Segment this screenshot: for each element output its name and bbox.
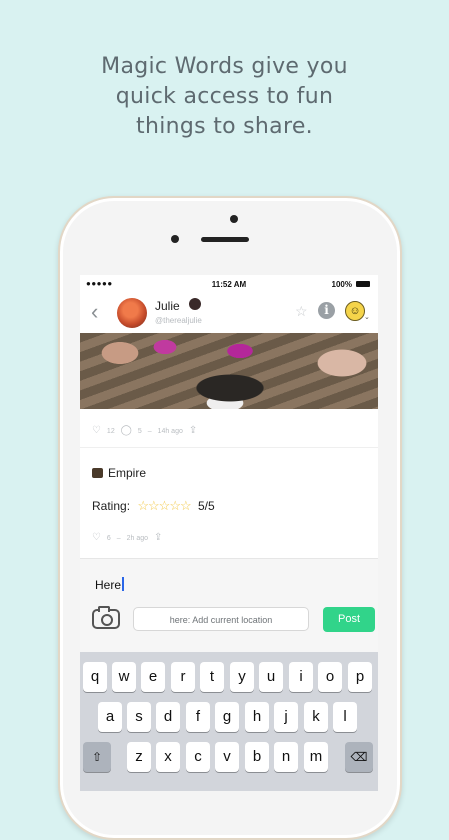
key-g[interactable]: g [215, 702, 239, 732]
key-o[interactable]: o [318, 662, 342, 692]
key-i[interactable]: i [289, 662, 313, 692]
battery-percent: 100% [331, 280, 352, 289]
dash-separator: – [116, 535, 121, 542]
smiley-icon[interactable]: ☺ [345, 301, 365, 321]
app-screen: ●●●●● 11:52 AM 100% ‹ Julie @therealjuli… [80, 275, 378, 791]
rating-label: Rating: [92, 499, 131, 513]
proximity-sensor [171, 235, 179, 243]
key-d[interactable]: d [156, 702, 180, 732]
add-location-button[interactable]: here: Add current location [133, 607, 309, 631]
person-emoji-icon [189, 298, 201, 310]
post-actions: ♡ 12 ◯ 5 – 14h ago ⇪ [92, 425, 201, 436]
headline-line-3: things to share. [136, 114, 313, 139]
key-x[interactable]: x [156, 742, 180, 772]
key-p[interactable]: p [348, 662, 372, 692]
movie-icon [92, 468, 103, 478]
key-n[interactable]: n [274, 742, 298, 772]
key-z[interactable]: z [127, 742, 151, 772]
heart-icon[interactable]: ♡ [92, 532, 101, 543]
share-icon[interactable]: ⇪ [154, 532, 162, 543]
post-time: 2h ago [126, 535, 149, 542]
key-b[interactable]: b [245, 742, 269, 772]
like-count: 12 [106, 428, 115, 435]
comment-icon[interactable]: ◯ [121, 425, 132, 436]
key-l[interactable]: l [333, 702, 357, 732]
key-f[interactable]: f [186, 702, 210, 732]
compose-text: Here [95, 578, 122, 592]
heart-icon[interactable]: ♡ [92, 425, 101, 436]
key-e[interactable]: e [141, 662, 165, 692]
earpiece-speaker [201, 237, 249, 242]
headline: Magic Words give you quick access to fun… [0, 52, 449, 142]
comment-count: 5 [137, 428, 142, 435]
headline-line-1: Magic Words give you [101, 54, 348, 79]
rating-score: 5/5 [198, 499, 215, 513]
rating-row: Rating: ☆☆☆☆☆ 5/5 [92, 498, 215, 514]
post-time: 14h ago [157, 428, 183, 435]
delete-icon[interactable]: ⌫ [345, 742, 373, 772]
key-a[interactable]: a [98, 702, 122, 732]
avatar[interactable] [117, 298, 147, 328]
key-s[interactable]: s [127, 702, 151, 732]
post-photo[interactable] [80, 333, 378, 409]
status-bar: ●●●●● 11:52 AM 100% [80, 275, 378, 293]
back-icon[interactable]: ‹ [91, 301, 98, 323]
post-button[interactable]: Post [323, 607, 375, 632]
key-c[interactable]: c [186, 742, 210, 772]
key-k[interactable]: k [304, 702, 328, 732]
key-q[interactable]: q [83, 662, 107, 692]
share-icon[interactable]: ⇪ [189, 425, 197, 436]
post-actions: ♡ 6 – 2h ago ⇪ [92, 532, 166, 543]
key-u[interactable]: u [259, 662, 283, 692]
star-icon[interactable]: ☆ [295, 303, 308, 320]
conversation-header: ‹ Julie @therealjulie ☆ i ☺ ⌄ [80, 293, 378, 333]
key-m[interactable]: m [304, 742, 328, 772]
key-w[interactable]: w [112, 662, 136, 692]
contact-name: Julie [155, 299, 180, 313]
front-camera [230, 215, 238, 223]
key-j[interactable]: j [274, 702, 298, 732]
chevron-down-icon[interactable]: ⌄ [364, 313, 370, 321]
compose-input[interactable]: Here [95, 577, 125, 592]
key-h[interactable]: h [245, 702, 269, 732]
contact-handle: @therealjulie [155, 316, 202, 325]
dash-separator: – [147, 428, 152, 435]
battery-icon [356, 281, 370, 287]
info-icon[interactable]: i [318, 302, 335, 319]
shift-icon[interactable]: ⇧ [83, 742, 111, 772]
camera-icon[interactable] [92, 606, 120, 629]
key-t[interactable]: t [200, 662, 224, 692]
movie-title: Empire [108, 466, 147, 480]
like-count: 6 [106, 535, 111, 542]
divider [80, 447, 378, 448]
key-v[interactable]: v [215, 742, 239, 772]
magic-word-title[interactable]: Empire [92, 466, 146, 480]
text-cursor [122, 577, 125, 591]
rating-stars: ☆☆☆☆☆ [137, 498, 191, 513]
compose-area: Here here: Add current location Post [80, 558, 378, 653]
headline-line-2: quick access to fun [115, 84, 334, 109]
key-r[interactable]: r [171, 662, 195, 692]
keyboard: q w e r t y u i o p a s d f g h j k l ⇧ … [80, 652, 378, 791]
key-y[interactable]: y [230, 662, 254, 692]
